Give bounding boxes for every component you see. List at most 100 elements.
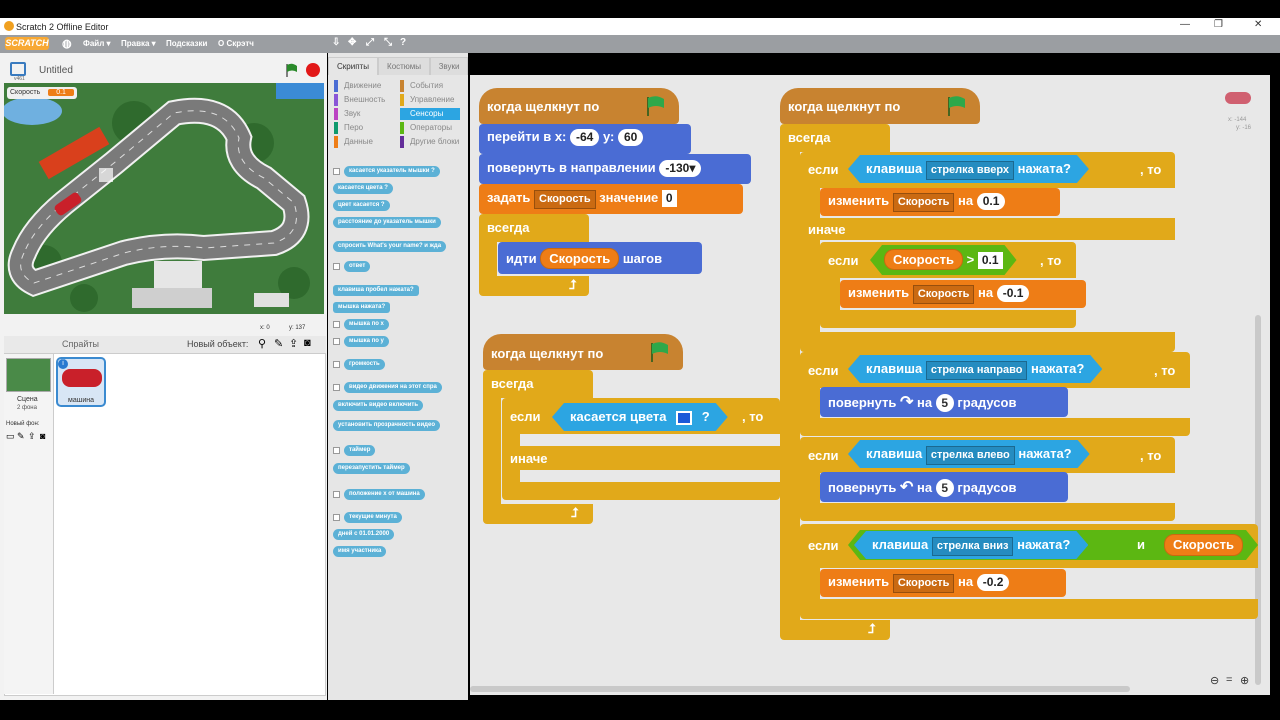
fullscreen-icon[interactable] (10, 62, 26, 76)
palette-block-5[interactable]: ответ (344, 261, 371, 272)
upload-sprite-icon[interactable]: ⇪ (289, 337, 298, 350)
minimize-button[interactable]: — (1180, 19, 1190, 30)
zoom-out-icon[interactable]: ⊖ (1210, 674, 1219, 687)
cut-icon[interactable]: ✥ (348, 37, 356, 48)
change-var-dropdown[interactable]: Скорость (912, 285, 975, 304)
category-8[interactable]: Данные (334, 136, 373, 148)
palette-checkbox-16[interactable] (333, 491, 340, 498)
move-steps-block[interactable]: идти Скорость шагов (498, 242, 702, 274)
change-var-up[interactable]: изменить Скорость на 0.1 (820, 188, 1060, 216)
turn-left-block[interactable]: повернуть ↶ на 5 градусов (820, 472, 1068, 502)
palette-block-11[interactable]: видео движения на этот спра (344, 382, 442, 393)
key-pressed-up[interactable]: клавиша стрелка вверх нажата? (848, 155, 1089, 183)
set-var-dropdown[interactable]: Скорость (534, 190, 596, 209)
palette-checkbox-5[interactable] (333, 263, 340, 270)
choose-sprite-icon[interactable]: ⚲ (258, 337, 266, 350)
menu-about[interactable]: О Скрэтч (218, 39, 254, 48)
hat-green-flag-1[interactable]: когда щелкнут по (479, 88, 679, 124)
green-flag-icon[interactable] (284, 62, 300, 78)
scratch-logo[interactable]: SCRATCH (5, 37, 49, 50)
change-value-input[interactable]: -0.1 (996, 285, 1030, 302)
goto-xy-block[interactable]: перейти в x: -64 у: 60 (479, 124, 691, 154)
shrink-icon[interactable]: ⤡ (384, 37, 392, 48)
palette-checkbox-9[interactable] (333, 338, 340, 345)
greater-than-block[interactable]: Скорость > 0.1 (870, 245, 1017, 275)
turn-degrees-input[interactable]: 5 (935, 479, 954, 497)
change-value-input[interactable]: 0.1 (976, 193, 1006, 210)
point-direction-block[interactable]: повернуть в направлении -130▾ (479, 154, 751, 184)
close-button[interactable]: ✕ (1254, 19, 1262, 30)
palette-block-16[interactable]: положение x от машина (344, 489, 425, 500)
turn-degrees-input[interactable]: 5 (935, 394, 954, 412)
category-7[interactable]: Операторы (400, 122, 452, 134)
category-4[interactable]: Звук (334, 108, 360, 120)
menu-file[interactable]: Файл ▾ (83, 39, 111, 48)
duplicate-icon[interactable]: ⇩ (332, 37, 340, 48)
horizontal-scrollbar[interactable] (470, 686, 1130, 692)
touching-color-block[interactable]: касается цвета ? (552, 403, 728, 431)
help-icon[interactable]: ? (400, 37, 406, 48)
category-3[interactable]: Управление (400, 94, 454, 106)
and-var-reporter[interactable]: Скорость (1164, 534, 1243, 556)
palette-block-6[interactable]: клавиша пробел нажата? (333, 285, 419, 296)
hat-green-flag-3[interactable]: когда щелкнут по (780, 88, 980, 124)
move-var-reporter[interactable]: Скорость (540, 248, 620, 269)
key-pressed-right[interactable]: клавиша стрелка направо нажата? (848, 355, 1102, 383)
category-2[interactable]: Внешность (334, 94, 385, 106)
palette-checkbox-14[interactable] (333, 447, 340, 454)
palette-block-1[interactable]: касается цвета ? (333, 183, 393, 194)
palette-block-13[interactable]: установить прозрачность видео (333, 420, 440, 431)
palette-block-19[interactable]: имя участника (333, 546, 387, 557)
zoom-reset-icon[interactable]: = (1226, 674, 1232, 686)
variable-monitor[interactable]: Скорость 0.1 (7, 87, 77, 99)
palette-block-18[interactable]: дней с 01.01.2000 (333, 529, 395, 540)
forever-block-1[interactable]: всегда (479, 214, 589, 242)
vertical-scrollbar[interactable] (1255, 315, 1261, 685)
color-swatch[interactable] (676, 411, 692, 425)
tab-sounds[interactable]: Звуки (430, 57, 468, 75)
key-pressed-down[interactable]: клавиша стрелка вниз нажата? (854, 531, 1088, 559)
menu-tips[interactable]: Подсказки (166, 39, 207, 48)
goto-y-input[interactable]: 60 (618, 129, 644, 146)
category-6[interactable]: Перо (334, 122, 363, 134)
palette-block-9[interactable]: мышка по y (344, 336, 389, 347)
turn-right-block[interactable]: повернуть ↷ на 5 градусов (820, 387, 1068, 417)
direction-input[interactable]: -130▾ (659, 160, 702, 177)
palette-checkbox-8[interactable] (333, 321, 340, 328)
key-pressed-left[interactable]: клавиша стрелка влево нажата? (848, 440, 1090, 468)
palette-checkbox-11[interactable] (333, 384, 340, 391)
palette-block-2[interactable]: цвет касается ? (333, 200, 390, 211)
backdrop-library-icon[interactable]: ▭ (6, 431, 15, 442)
palette-block-8[interactable]: мышка по x (344, 319, 389, 330)
palette-block-3[interactable]: расстояние до указатель мышки (333, 217, 441, 228)
camera-backdrop-icon[interactable]: ◙ (40, 431, 45, 441)
category-0[interactable]: Движение (334, 80, 381, 92)
maximize-button[interactable]: ❐ (1214, 19, 1223, 30)
change-var-dropdown[interactable]: Скорость (892, 193, 955, 212)
category-5[interactable]: Сенсоры (400, 108, 460, 120)
set-var-block[interactable]: задать Скорость значение 0 (479, 184, 743, 214)
tab-scripts[interactable]: Скрипты (328, 57, 378, 75)
category-9[interactable]: Другие блоки (400, 136, 459, 148)
key-dropdown-down[interactable]: стрелка вниз (932, 537, 1014, 556)
palette-block-14[interactable]: таймер (344, 445, 376, 456)
palette-checkbox-10[interactable] (333, 361, 340, 368)
stop-icon[interactable] (306, 63, 320, 77)
menu-edit[interactable]: Правка ▾ (121, 39, 156, 48)
set-value-input[interactable]: 0 (661, 190, 677, 207)
change-var-down[interactable]: изменить Скорость на -0.1 (840, 280, 1086, 308)
project-title[interactable]: Untitled (39, 65, 73, 76)
palette-block-12[interactable]: включить видео включить (333, 400, 424, 411)
stage-canvas[interactable]: Скорость 0.1 (4, 83, 324, 314)
palette-checkbox-0[interactable] (333, 168, 340, 175)
tab-costumes[interactable]: Костюмы (378, 57, 430, 75)
change-var-brake[interactable]: изменить Скорость на -0.2 (820, 569, 1066, 597)
palette-block-4[interactable]: спросить What's your name? и жда (333, 241, 447, 252)
palette-block-10[interactable]: громкость (344, 359, 385, 370)
gt-value-input[interactable]: 0.1 (978, 252, 1003, 269)
forever-block-3[interactable]: всегда (780, 124, 890, 152)
goto-x-input[interactable]: -64 (570, 129, 600, 146)
key-dropdown-up[interactable]: стрелка вверх (926, 161, 1014, 180)
sprite-thumbnail[interactable]: i машина (56, 357, 106, 407)
change-var-dropdown[interactable]: Скорость (892, 574, 955, 593)
